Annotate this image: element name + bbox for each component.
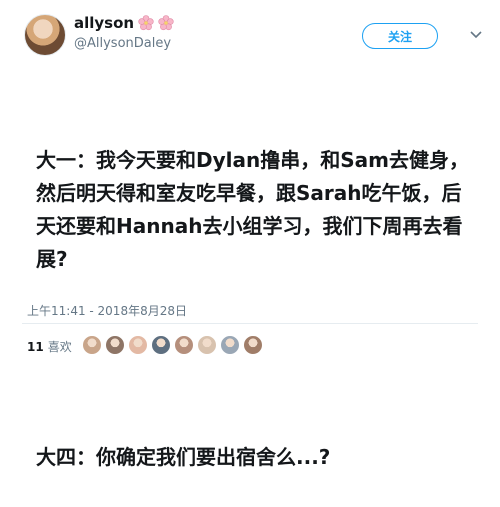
liker-avatar[interactable] — [197, 335, 217, 355]
liker-avatar[interactable] — [151, 335, 171, 355]
cherry-blossom-icon — [158, 15, 174, 31]
likes-count: 11 — [27, 340, 44, 354]
display-name[interactable]: allyson — [74, 14, 134, 32]
liker-avatar[interactable] — [174, 335, 194, 355]
tweet-header: allyson @AllysonDaley 关注 — [20, 10, 490, 60]
name-row: allyson — [74, 14, 174, 32]
likes-label: 喜欢 — [47, 340, 72, 354]
likes-stat[interactable]: 11 喜欢 — [27, 338, 72, 355]
liker-avatar[interactable] — [220, 335, 240, 355]
cherry-blossom-icon — [138, 15, 154, 31]
tweet-paragraph: 大四：你确定我们要出宿舍么...? — [36, 445, 331, 469]
chevron-down-icon[interactable] — [468, 26, 484, 42]
tweet-paragraph: 大一：我今天要和Dylan撸串，和Sam去健身，然后明天得和室友吃早餐，跟Sar… — [36, 148, 469, 271]
liker-avatar[interactable] — [128, 335, 148, 355]
avatar[interactable] — [24, 14, 66, 56]
user-handle[interactable]: @AllysonDaley — [74, 36, 171, 52]
tweet-text: 大一：我今天要和Dylan撸串，和Sam去健身，然后明天得和室友吃早餐，跟Sar… — [36, 78, 476, 507]
liker-avatar[interactable] — [82, 335, 102, 355]
liker-avatar[interactable] — [243, 335, 263, 355]
liker-avatar[interactable] — [105, 335, 125, 355]
liker-avatars — [82, 335, 263, 355]
divider — [22, 323, 478, 324]
tweet-timestamp[interactable]: 上午11:41 - 2018年8月28日 — [27, 302, 187, 319]
follow-button[interactable]: 关注 — [362, 23, 438, 49]
